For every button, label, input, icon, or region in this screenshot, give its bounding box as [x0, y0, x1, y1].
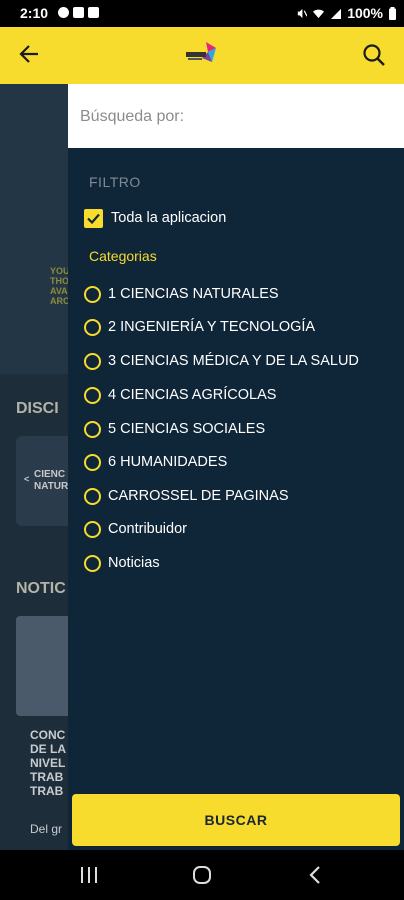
hero-line: THO — [50, 276, 69, 286]
wifi-icon — [313, 9, 325, 18]
radio-icon[interactable] — [84, 318, 101, 336]
mute-icon — [298, 8, 308, 18]
category-label: CARROSSEL DE PAGINAS — [108, 488, 289, 504]
article-line: TRAB — [30, 770, 64, 784]
search-box — [68, 84, 404, 148]
status-right: 100% — [296, 5, 396, 21]
category-option[interactable]: Contribuidor — [84, 517, 187, 541]
article-line: CONC — [30, 728, 66, 742]
article-line: NIVEL — [30, 756, 66, 770]
category-option[interactable]: 1 CIENCIAS NATURALES — [84, 282, 279, 306]
hero-line: AVA — [50, 286, 68, 296]
category-option[interactable]: 6 HUMANIDADES — [84, 450, 227, 474]
category-label: 5 CIENCIAS SOCIALES — [108, 421, 266, 437]
checkbox-checked-icon[interactable] — [84, 208, 103, 228]
section-title-disciplinas: DISCI — [16, 400, 59, 417]
category-option[interactable]: CARROSSEL DE PAGINAS — [84, 484, 289, 508]
status-time: 2:10 — [20, 5, 49, 21]
magnifier-icon[interactable] — [362, 43, 386, 67]
hero-line: ARC — [50, 296, 70, 306]
category-option[interactable]: 5 CIENCIAS SOCIALES — [84, 417, 265, 441]
radio-icon[interactable] — [84, 386, 101, 404]
category-option[interactable]: 4 CIENCIAS AGRÍCOLAS — [84, 383, 276, 407]
app-logo — [186, 42, 216, 62]
category-option[interactable]: 3 CIENCIAS MÉDICA Y DE LA SALUD — [84, 349, 359, 373]
radio-icon[interactable] — [84, 420, 101, 438]
search-input[interactable] — [78, 102, 392, 132]
category-label: 6 HUMANIDADES — [108, 454, 228, 470]
section-title-noticias: NOTIC — [16, 580, 66, 597]
recent-apps-icon[interactable] — [80, 865, 98, 885]
app-notification-icon — [58, 7, 69, 18]
all-app-label: Toda la aplicacion — [111, 210, 227, 226]
all-app-checkbox-row[interactable]: Toda la aplicacion — [84, 206, 226, 230]
article-line: DE LA — [30, 742, 66, 756]
signal-icon — [331, 8, 342, 19]
battery-percentage: 100% — [347, 5, 383, 21]
search-button[interactable]: BUSCAR — [72, 794, 400, 846]
card-line: NATUR — [34, 481, 69, 492]
system-nav-bar — [0, 850, 404, 900]
category-label: 3 CIENCIAS MÉDICA Y DE LA SALUD — [108, 353, 359, 369]
radio-icon[interactable] — [84, 285, 101, 303]
chevron-left-icon: < — [24, 474, 30, 484]
home-icon[interactable] — [192, 865, 212, 885]
arrow-left-icon[interactable] — [18, 43, 40, 65]
app-bar — [0, 27, 404, 84]
image-notification-icon — [88, 7, 99, 18]
status-bar: 2:10 100% — [0, 0, 404, 27]
radio-icon[interactable] — [84, 453, 101, 471]
category-label: Contribuidor — [108, 521, 187, 537]
radio-icon[interactable] — [84, 554, 101, 572]
radio-icon[interactable] — [84, 487, 101, 505]
check-notification-icon — [73, 7, 84, 18]
category-option[interactable]: 2 INGENIERÍA Y TECNOLOGÍA — [84, 315, 315, 339]
news-photo — [16, 616, 76, 716]
category-label: 2 INGENIERÍA Y TECNOLOGÍA — [108, 319, 316, 335]
filter-heading: FILTRO — [89, 174, 141, 190]
article-snippet: Del gr — [30, 822, 63, 836]
battery-icon — [389, 6, 396, 20]
category-label: 4 CIENCIAS AGRÍCOLAS — [108, 387, 277, 403]
article-line: TRAB — [30, 784, 64, 798]
category-label: 1 CIENCIAS NATURALES — [108, 286, 279, 302]
category-option[interactable]: Noticias — [84, 551, 160, 575]
back-nav-icon[interactable] — [308, 865, 322, 885]
categories-heading: Categorias — [89, 248, 157, 264]
filter-drawer: FILTRO Toda la aplicacion Categorias 1 C… — [68, 84, 404, 850]
category-label: Noticias — [108, 555, 160, 571]
notification-icons — [58, 7, 99, 18]
card-line: CIENC — [34, 469, 66, 480]
hero-line: YOU — [50, 266, 70, 276]
radio-icon[interactable] — [84, 352, 101, 370]
radio-icon[interactable] — [84, 520, 101, 538]
